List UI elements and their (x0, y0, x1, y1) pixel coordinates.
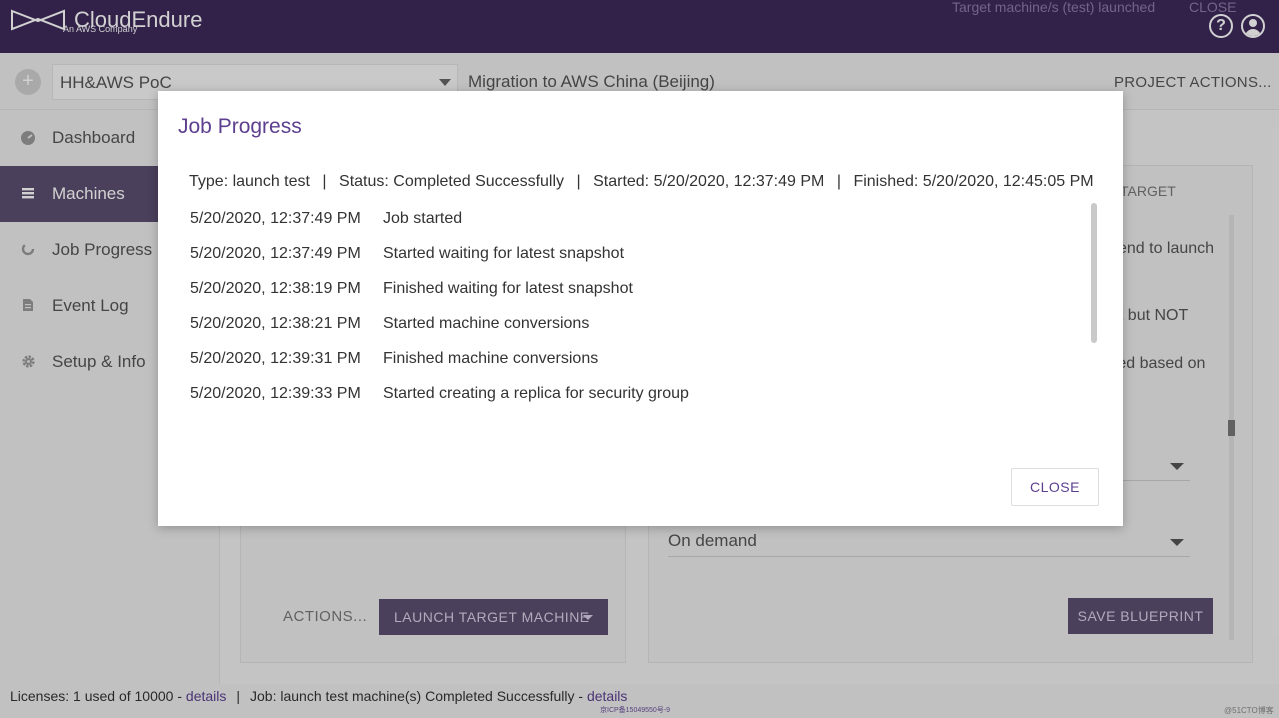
log-message: Started machine conversions (383, 315, 590, 332)
log-row: 5/20/2020, 12:37:49 PM Started waiting f… (190, 238, 1090, 273)
log-row: 5/20/2020, 12:39:33 PM Started creating … (190, 378, 1090, 413)
job-type: Type: launch test (189, 173, 310, 190)
summary-separator: | (836, 173, 841, 190)
job-summary: Type: launch test | Status: Completed Su… (189, 173, 1094, 191)
log-timestamp: 5/20/2020, 12:38:21 PM (190, 315, 361, 332)
close-button[interactable]: CLOSE (1011, 468, 1099, 506)
summary-separator: | (322, 173, 327, 190)
log-row: 5/20/2020, 12:38:21 PM Started machine c… (190, 308, 1090, 343)
log-timestamp: 5/20/2020, 12:39:31 PM (190, 350, 361, 367)
job-finished: Finished: 5/20/2020, 12:45:05 PM (853, 173, 1094, 190)
job-started: Started: 5/20/2020, 12:37:49 PM (593, 173, 825, 190)
summary-separator: | (576, 173, 581, 190)
log-timestamp: 5/20/2020, 12:37:49 PM (190, 210, 361, 227)
log-message: Finished waiting for latest snapshot (383, 280, 633, 297)
log-timestamp: 5/20/2020, 12:37:49 PM (190, 245, 361, 262)
log-row: 5/20/2020, 12:38:19 PM Finished waiting … (190, 273, 1090, 308)
log-timestamp: 5/20/2020, 12:39:33 PM (190, 385, 361, 402)
job-log-list: 5/20/2020, 12:37:49 PM Job started 5/20/… (190, 203, 1090, 413)
log-message: Finished machine conversions (383, 350, 599, 367)
log-message: Started waiting for latest snapshot (383, 245, 625, 262)
log-message: Started creating a replica for security … (383, 385, 689, 402)
log-message: Job started (383, 210, 463, 227)
log-scrollbar[interactable] (1091, 203, 1097, 453)
log-timestamp: 5/20/2020, 12:38:19 PM (190, 280, 361, 297)
log-row: 5/20/2020, 12:37:49 PM Job started (190, 203, 1090, 238)
job-progress-dialog: Job Progress Type: launch test | Status:… (158, 91, 1123, 526)
job-status: Status: Completed Successfully (339, 173, 565, 190)
dialog-title: Job Progress (178, 115, 302, 138)
log-row: 5/20/2020, 12:39:31 PM Finished machine … (190, 343, 1090, 378)
